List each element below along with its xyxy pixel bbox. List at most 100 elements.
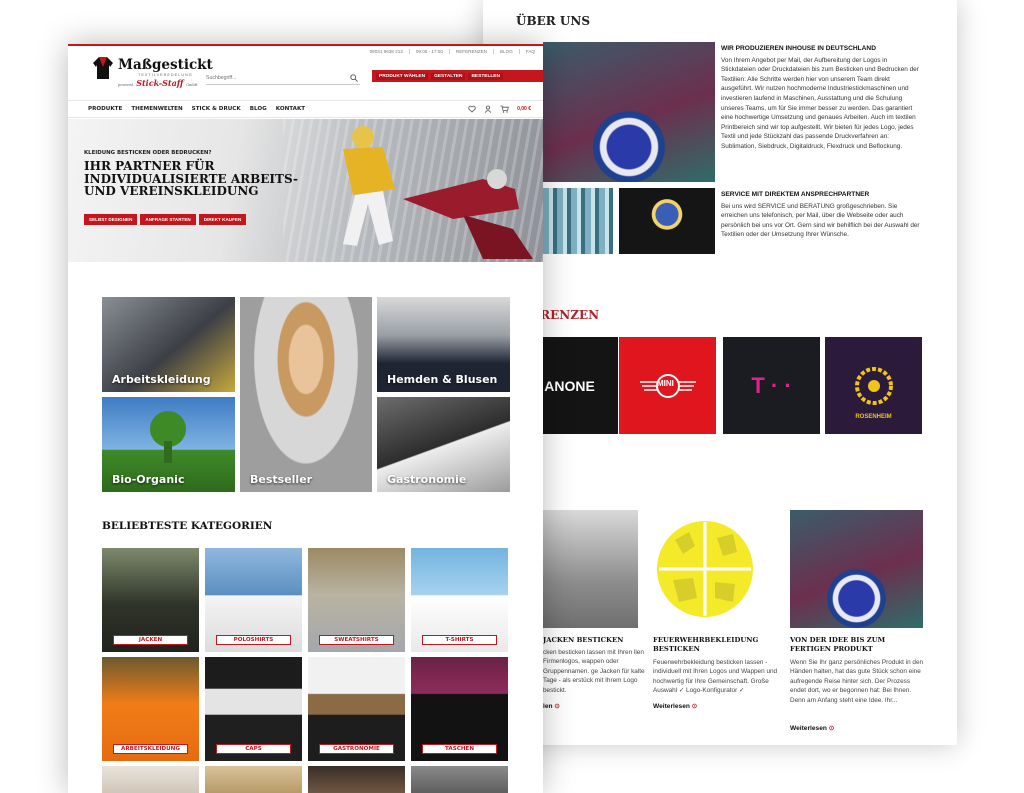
about-block-1-text: Von Ihrem Angebot per Mail, der Aufberei… bbox=[721, 56, 919, 150]
category-label: Hemden & Blusen bbox=[387, 373, 498, 386]
category-gastronomie[interactable]: Gastronomie bbox=[377, 397, 510, 492]
blog-post-2-more[interactable]: Weiterlesen ⊙ bbox=[653, 702, 697, 710]
nav-produkte[interactable]: PRODUKTE bbox=[88, 106, 122, 112]
hero-button-selbst-designen[interactable]: SELBST DESIGNEN bbox=[84, 214, 138, 225]
blog-post-1-more[interactable]: len ⊙ bbox=[543, 702, 560, 710]
nav-kontakt[interactable]: KONTAKT bbox=[276, 106, 305, 112]
step-bestellen[interactable]: BESTELLEN bbox=[468, 72, 503, 80]
category-bio-organic[interactable]: Bio-Organic bbox=[102, 397, 235, 492]
phone-link[interactable]: 08031 9638 213 bbox=[370, 49, 403, 54]
category-grid: Arbeitskleidung Bestseller Hemden & Blus… bbox=[102, 297, 510, 492]
popular-row3-tile-1[interactable] bbox=[102, 766, 199, 793]
popular-arbeitskleidung[interactable]: ARBEITSKLEIDUNG bbox=[102, 657, 199, 761]
hero-kicker: KLEIDUNG BESTICKEN ODER BEDRUCKEN? bbox=[84, 150, 212, 156]
logo-brand: powered Stick-Staff GmbH bbox=[118, 78, 198, 88]
popular-label: POLOSHIRTS bbox=[216, 635, 291, 645]
tree-icon bbox=[150, 411, 186, 463]
blog-post-3-more[interactable]: Weiterlesen ⊙ bbox=[790, 724, 834, 732]
popular-label: CAPS bbox=[216, 744, 291, 754]
category-arbeitskleidung[interactable]: Arbeitskleidung bbox=[102, 297, 235, 392]
top-link-referenzen[interactable]: REFERENZEN bbox=[448, 49, 487, 54]
hero-banner: KLEIDUNG BESTICKEN ODER BEDRUCKEN? IHR P… bbox=[68, 119, 543, 262]
logo-subtitle: TEXTILVEREDELUNG bbox=[138, 73, 193, 77]
category-label: Bestseller bbox=[250, 473, 313, 486]
popular-caps[interactable]: CAPS bbox=[205, 657, 302, 761]
firefighter-emblem-icon bbox=[657, 521, 753, 617]
search-bar bbox=[206, 72, 360, 85]
reference-logo-mini[interactable]: MINI bbox=[619, 337, 716, 434]
arrow-circle-icon: ⊙ bbox=[828, 725, 835, 732]
popular-poloshirts[interactable]: POLOSHIRTS bbox=[205, 548, 302, 652]
category-hemden-blusen[interactable]: Hemden & Blusen bbox=[377, 297, 510, 392]
about-block-2-text: Bei uns wird SERVICE und BERATUNG großge… bbox=[721, 202, 920, 239]
embroidery-heads-image bbox=[543, 188, 613, 254]
blog-post-3-title[interactable]: VON DER IDEE BIS ZUM FERTIGEN PRODUKT bbox=[790, 636, 925, 654]
blog-post-1-text: cken besticken lassen mit Ihren llen Fir… bbox=[543, 649, 645, 694]
nav-stick-druck[interactable]: STICK & DRUCK bbox=[192, 106, 241, 112]
nav-themenwelten[interactable]: THEMENWELTEN bbox=[131, 106, 182, 112]
popular-row3-tile-3[interactable] bbox=[308, 766, 405, 793]
reference-logo-rotary[interactable]: ROSENHEIM bbox=[825, 337, 922, 434]
popular-label: TASCHEN bbox=[422, 744, 497, 754]
popular-gastronomie[interactable]: GASTRONOMIE bbox=[308, 657, 405, 761]
blog-post-2-title[interactable]: FEUERWEHRBEKLEIDUNG BESTICKEN bbox=[653, 636, 768, 654]
blog-jacket-image[interactable] bbox=[543, 510, 638, 628]
hero-title: IHR PARTNER FÜR INDIVIDUALISIERTE ARBEIT… bbox=[84, 159, 299, 198]
category-label: Arbeitskleidung bbox=[112, 373, 211, 386]
cart-total[interactable]: 0,00 € bbox=[517, 106, 531, 112]
reference-logo-telekom[interactable]: T · · bbox=[723, 337, 820, 434]
cart-icon[interactable] bbox=[500, 105, 510, 113]
popular-sweatshirts[interactable]: SWEATSHIRTS bbox=[308, 548, 405, 652]
popular-taschen[interactable]: TASCHEN bbox=[411, 657, 508, 761]
hero-button-anfrage-starten[interactable]: ANFRAGE STARTEN bbox=[140, 214, 196, 225]
embroidered-emblem-image bbox=[619, 188, 715, 254]
heart-icon[interactable] bbox=[468, 105, 476, 113]
popular-label: T-SHIRTS bbox=[422, 635, 497, 645]
blog-post-1-title[interactable]: JACKEN BESTICKEN bbox=[543, 636, 643, 645]
about-block-2: SERVICE MIT DIREKTEM ANSPRECHPARTNER Bei… bbox=[721, 190, 921, 240]
football-players-image bbox=[343, 126, 533, 259]
opening-hours: 09:00 - 17:00 bbox=[408, 49, 443, 54]
back-page-screenshot: ÜBER UNS WIR PRODUZIEREN INHOUSE IN DEUT… bbox=[483, 0, 957, 745]
search-input[interactable] bbox=[206, 75, 336, 81]
top-links: 08031 9638 213 09:00 - 17:00 REFERENZEN … bbox=[370, 49, 535, 54]
popular-label: ARBEITSKLEIDUNG bbox=[113, 744, 188, 754]
blog-post-3-text: Wenn Sie Ihr ganz persönliches Produkt i… bbox=[790, 659, 924, 704]
embroidery-machine-image bbox=[543, 42, 715, 182]
about-block-1-title: WIR PRODUZIEREN INHOUSE IN DEUTSCHLAND bbox=[721, 45, 876, 52]
front-page-screenshot: Maßgestickt TEXTILVEREDELUNG powered Sti… bbox=[68, 44, 543, 793]
blog-idea-product-image[interactable] bbox=[790, 510, 923, 628]
step-produkt-waehlen[interactable]: PRODUKT WÄHLEN bbox=[376, 72, 429, 80]
category-bestseller[interactable]: Bestseller bbox=[240, 297, 372, 492]
top-link-blog[interactable]: BLOG bbox=[493, 49, 513, 54]
popular-row3-tile-4[interactable] bbox=[411, 766, 508, 793]
about-title: ÜBER UNS bbox=[516, 14, 591, 28]
arrow-circle-icon: ⊙ bbox=[554, 703, 560, 710]
popular-label: GASTRONOMIE bbox=[319, 744, 394, 754]
logo-name: Maßgestickt bbox=[118, 57, 213, 73]
shirt-logo-icon bbox=[93, 57, 113, 79]
popular-row3-tile-2[interactable] bbox=[205, 766, 302, 793]
hero-button-direkt-kaufen[interactable]: DIREKT KAUFEN bbox=[198, 214, 247, 225]
blog-firefighter-image[interactable] bbox=[653, 510, 758, 628]
popular-categories-title: BELIEBTESTE KATEGORIEN bbox=[102, 520, 273, 532]
site-logo[interactable]: Maßgestickt TEXTILVEREDELUNG powered Sti… bbox=[88, 54, 218, 92]
main-navigation: PRODUKTE THEMENWELTEN STICK & DRUCK BLOG… bbox=[68, 100, 543, 118]
blog-post-2-text: Feuerwehrbekleidung besticken lassen - i… bbox=[653, 659, 778, 695]
order-steps-bar: PRODUKT WÄHLEN GESTALTEN BESTELLEN bbox=[372, 70, 543, 82]
category-label: Gastronomie bbox=[387, 473, 467, 486]
category-label: Bio-Organic bbox=[112, 473, 185, 486]
popular-t-shirts[interactable]: T-SHIRTS bbox=[411, 548, 508, 652]
user-icon[interactable] bbox=[484, 105, 492, 113]
about-block-1: WIR PRODUZIEREN INHOUSE IN DEUTSCHLAND V… bbox=[721, 44, 921, 152]
popular-label: JACKEN bbox=[113, 635, 188, 645]
nav-blog[interactable]: BLOG bbox=[250, 106, 267, 112]
top-link-faq[interactable]: FAQ bbox=[518, 49, 535, 54]
step-gestalten[interactable]: GESTALTEN bbox=[431, 72, 466, 80]
arrow-circle-icon: ⊙ bbox=[691, 703, 698, 710]
about-block-2-title: SERVICE MIT DIREKTEM ANSPRECHPARTNER bbox=[721, 191, 870, 198]
popular-jacken[interactable]: JACKEN bbox=[102, 548, 199, 652]
search-icon[interactable] bbox=[350, 74, 358, 82]
rotary-wheel-icon bbox=[854, 366, 893, 405]
popular-label: SWEATSHIRTS bbox=[319, 635, 394, 645]
